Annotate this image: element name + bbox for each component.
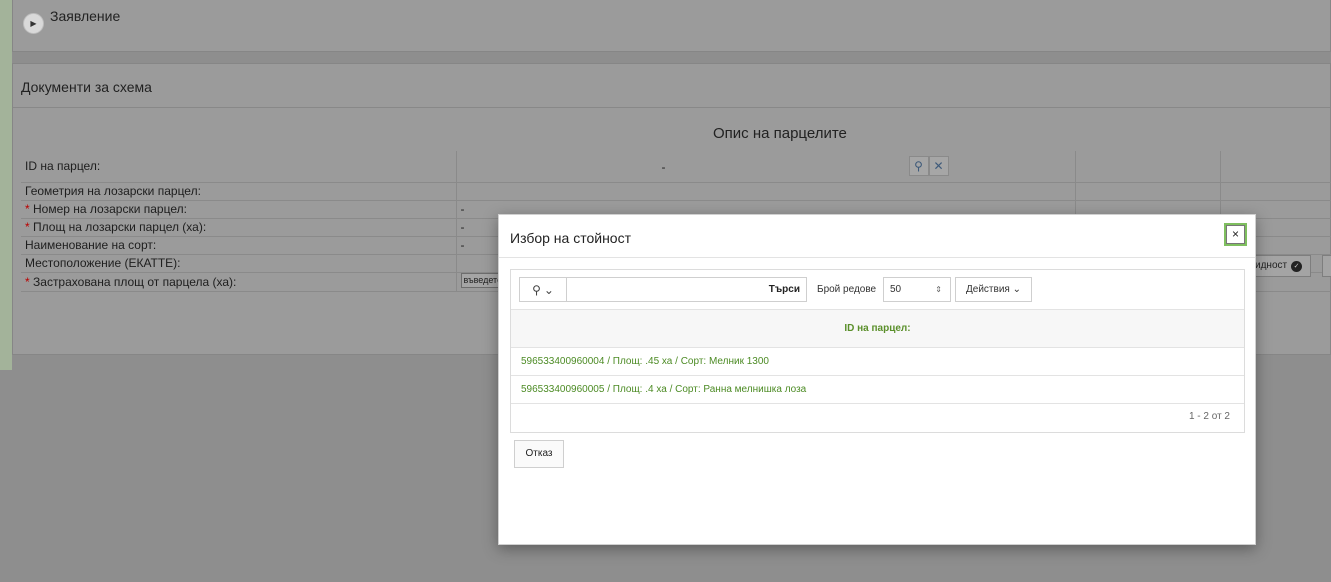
rows-per-page-value: 50: [890, 284, 902, 295]
modal-title: Избор на стойност: [510, 230, 632, 246]
field-label: * Номер на лозарски парцел:: [21, 200, 456, 219]
field-label: ID на парцел:: [21, 151, 456, 183]
expand-icon[interactable]: ▶: [23, 13, 44, 34]
column-header-parcel-id[interactable]: ID на парцел:: [511, 310, 1244, 348]
application-panel-title: Заявление: [50, 8, 121, 24]
field-label: Наименование на сорт:: [21, 236, 456, 255]
cancel-button[interactable]: Отказ: [514, 440, 564, 468]
validity-button-label: идност: [1255, 260, 1288, 271]
extra-cell: [1220, 182, 1331, 201]
sort-arrows-icon: ⇕: [935, 285, 942, 294]
chevron-down-icon: ⌄: [543, 282, 554, 297]
extra-cell: [1220, 151, 1331, 183]
panel-divider: [13, 107, 1330, 108]
clear-icon[interactable]: ✕: [928, 156, 949, 176]
actions-menu-button[interactable]: Действия ⌄: [955, 277, 1032, 302]
field-value: [455, 182, 1076, 201]
result-row[interactable]: 596533400960004 / Площ: .45 ха / Сорт: М…: [511, 348, 1244, 376]
scheme-documents-title: Документи за схема: [21, 79, 152, 95]
left-background: [0, 370, 12, 582]
search-button[interactable]: Търси: [763, 278, 806, 301]
grid-toolbar: ⚲ ⌄ Търси Брой редове 50 ⇕ Действия ⌄: [511, 270, 1244, 310]
result-row[interactable]: 596533400960005 / Площ: .4 ха / Сорт: Ра…: [511, 376, 1244, 404]
close-icon[interactable]: ×: [1226, 225, 1245, 244]
parcels-section-title: Опис на парцелите: [713, 125, 847, 142]
rows-per-page-label: Брой редове: [817, 284, 877, 295]
field-label: Местоположение (ЕКАТТЕ):: [21, 254, 456, 273]
required-mark: *: [25, 274, 30, 289]
field-label: Геометрия на лозарски парцел:: [21, 182, 456, 201]
parcel-id-cell: - ⚲ ✕: [455, 151, 1076, 183]
insured-area-input[interactable]: въведете: [460, 272, 499, 288]
left-accent-bar: [0, 0, 12, 370]
required-mark: *: [25, 202, 30, 216]
field-label: * Застрахована площ от парцела (ха):: [21, 272, 456, 292]
edge-button[interactable]: [1322, 255, 1331, 277]
parcel-id-value: -: [661, 160, 666, 174]
required-mark: *: [25, 220, 30, 234]
extra-cell: [1075, 151, 1221, 183]
search-column-toggle[interactable]: ⚲ ⌄: [520, 278, 567, 301]
search-group: ⚲ ⌄ Търси: [519, 277, 807, 302]
field-label: * Площ на лозарски парцел (ха):: [21, 218, 456, 237]
pagination-info: 1 - 2 от 2: [1188, 411, 1230, 422]
search-icon[interactable]: ⚲: [908, 156, 929, 176]
form-row-geometry: Геометрия на лозарски парцел:: [21, 182, 1331, 201]
search-input[interactable]: [567, 278, 763, 301]
check-circle-icon: ✓: [1291, 260, 1303, 272]
modal-divider: [499, 257, 1255, 258]
search-icon: ⚲: [532, 282, 541, 297]
actions-label: Действия: [966, 284, 1010, 295]
application-panel: ▶ Заявление: [12, 0, 1331, 52]
rows-per-page-select[interactable]: 50 ⇕: [883, 277, 951, 302]
select-value-modal: Избор на стойност × ⚲ ⌄ Търси Брой редов…: [498, 214, 1256, 545]
chevron-down-icon: ⌄: [1012, 284, 1021, 295]
extra-cell: [1075, 182, 1221, 201]
results-grid: ⚲ ⌄ Търси Брой редове 50 ⇕ Действия ⌄ ID…: [510, 269, 1245, 433]
form-row-parcel-id: ID на парцел: - ⚲ ✕: [21, 151, 1331, 183]
